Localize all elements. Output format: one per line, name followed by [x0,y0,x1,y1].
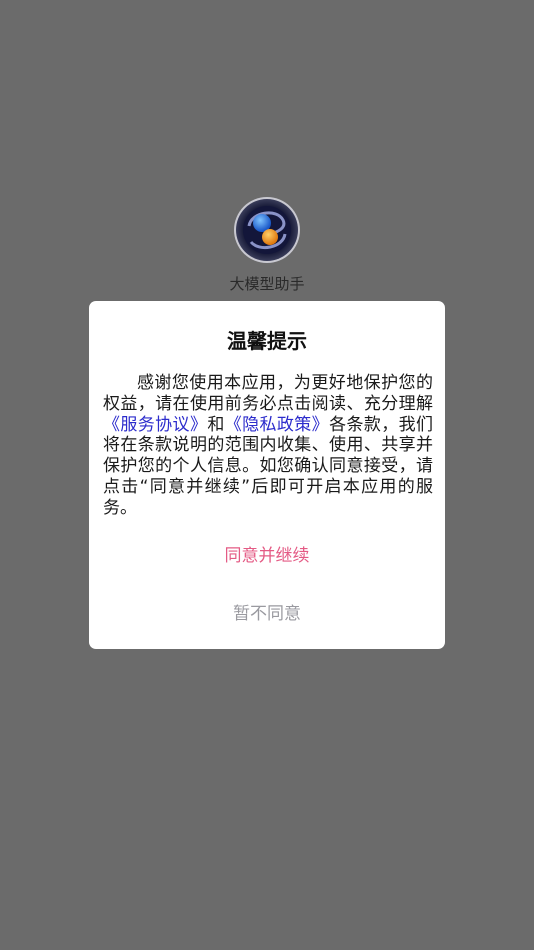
body-text-and: 和 [207,414,225,435]
app-logo-icon [233,196,301,264]
body-text-before: 感谢您使用本应用，为更好地保护您的权益，请在使用前务必点击阅读、充分理解 [103,373,433,414]
app-name: 大模型助手 [229,275,305,293]
privacy-dialog: 温馨提示 感谢您使用本应用，为更好地保护您的权益，请在使用前务必点击阅读、充分理… [89,301,445,649]
decline-button[interactable]: 暂不同意 [89,599,445,625]
agree-continue-button[interactable]: 同意并继续 [89,541,445,567]
service-agreement-link[interactable]: 《服务协议》 [103,415,207,435]
dialog-title: 温馨提示 [227,329,307,353]
dialog-body: 感谢您使用本应用，为更好地保护您的权益，请在使用前务必点击阅读、充分理解《服务协… [103,373,433,519]
privacy-policy-link[interactable]: 《隐私政策》 [225,415,329,435]
